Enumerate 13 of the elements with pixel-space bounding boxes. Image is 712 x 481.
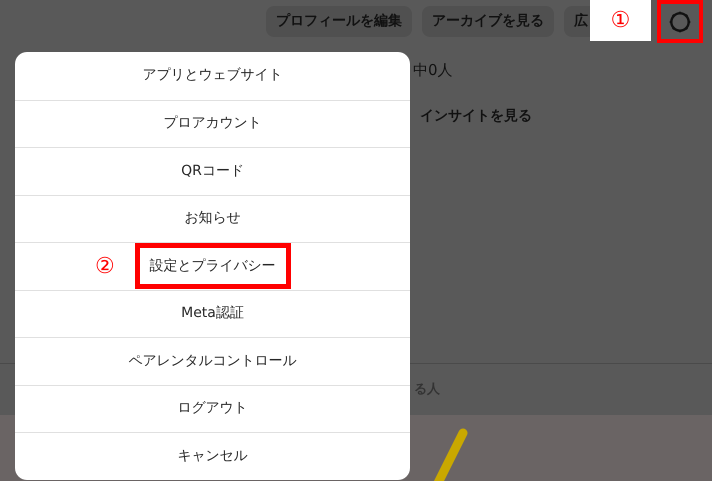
- menu-item[interactable]: 設定とプライバシー: [134, 243, 290, 290]
- stat-text: 中0人: [413, 60, 453, 81]
- menu-item[interactable]: アプリとウェブサイト: [140, 65, 284, 86]
- menu-item[interactable]: ペアレンタルコントロール: [126, 350, 298, 372]
- menu-item[interactable]: QRコード: [179, 160, 246, 182]
- menu-item[interactable]: プロアカウント: [162, 113, 264, 134]
- menu-item[interactable]: Meta認証: [179, 303, 246, 324]
- settings-icon[interactable]: [667, 8, 693, 34]
- annotation-number: ②: [95, 252, 115, 281]
- menu-item[interactable]: お知らせ: [182, 208, 242, 230]
- menu-item[interactable]: キャンセル: [176, 446, 250, 467]
- annotation-label: ①: [590, 0, 651, 41]
- menu-item[interactable]: ログアウト: [176, 398, 250, 420]
